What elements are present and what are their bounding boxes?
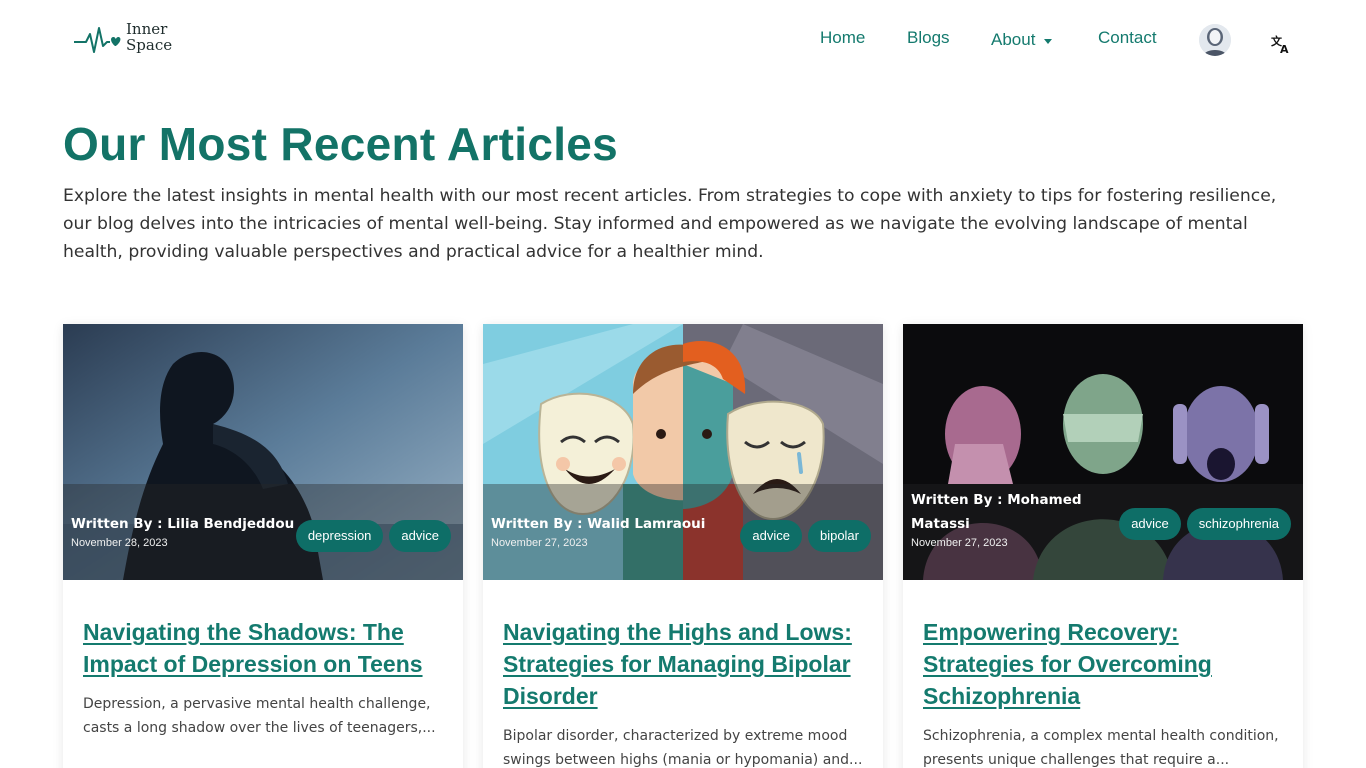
user-avatar-icon[interactable] <box>1199 24 1231 56</box>
author-name: Lilia Bendjeddou <box>167 516 295 532</box>
article-date: November 27, 2023 <box>911 537 1008 549</box>
nav-blogs[interactable]: Blogs <box>907 28 950 52</box>
tag-chip[interactable]: advice <box>1119 508 1181 540</box>
tag-chip[interactable]: advice <box>389 520 451 552</box>
intro-paragraph: Explore the latest insights in mental he… <box>63 186 1277 262</box>
article-image-schizophrenia[interactable]: Written By : Mohamed Matassi November 27… <box>903 324 1303 580</box>
tag-chip[interactable]: bipolar <box>807 520 871 552</box>
article-card[interactable]: Written By : Lilia Bendjeddou November 2… <box>63 324 463 768</box>
article-excerpt: Schizophrenia, a complex mental health c… <box>923 728 1279 768</box>
article-excerpt: Bipolar disorder, characterized by extre… <box>503 728 863 768</box>
chevron-down-icon <box>1044 38 1053 44</box>
article-card[interactable]: Written By : Walid Lamraoui November 27,… <box>483 324 883 768</box>
nav-home[interactable]: Home <box>820 28 865 52</box>
logo-line-2: Space <box>126 36 173 54</box>
article-date: November 27, 2023 <box>491 537 588 549</box>
translate-icon[interactable]: 文 A <box>1271 34 1291 56</box>
logo-line-1: Inner <box>126 20 168 38</box>
author-line: Written By : Mohamed Matassi <box>911 488 1111 536</box>
nav-about[interactable]: About <box>991 28 1053 52</box>
site-header: Inner Space Home Blogs About Contact 文 A <box>0 0 1366 80</box>
article-title-link[interactable]: Empowering Recovery: Strategies for Over… <box>923 616 1293 712</box>
page-title: Our Most Recent Articles <box>63 118 619 170</box>
article-image-bipolar[interactable]: Written By : Walid Lamraoui November 27,… <box>483 324 883 580</box>
article-date: November 28, 2023 <box>71 537 168 549</box>
site-logo[interactable]: Inner Space <box>74 20 178 60</box>
article-title-link[interactable]: Navigating the Highs and Lows: Strategie… <box>503 616 873 712</box>
author-line: Written By : Lilia Bendjeddou <box>71 512 294 536</box>
nav-contact[interactable]: Contact <box>1098 28 1157 52</box>
tag-list: advice schizophrenia <box>1119 508 1291 540</box>
nav-about-label: About <box>991 30 1036 49</box>
logo-text: Inner Space <box>126 21 172 53</box>
tag-chip[interactable]: advice <box>740 520 802 552</box>
svg-text:A: A <box>1280 43 1289 54</box>
article-card[interactable]: Written By : Mohamed Matassi November 27… <box>903 324 1303 768</box>
author-name: Walid Lamraoui <box>587 516 706 532</box>
tag-chip[interactable]: schizophrenia <box>1186 508 1291 540</box>
author-prefix: Written By : <box>911 492 1008 508</box>
author-prefix: Written By : <box>71 516 168 532</box>
article-image-depression[interactable]: Written By : Lilia Bendjeddou November 2… <box>63 324 463 580</box>
author-prefix: Written By : <box>491 516 588 532</box>
author-line: Written By : Walid Lamraoui <box>491 512 705 536</box>
article-title-link[interactable]: Navigating the Shadows: The Impact of De… <box>83 616 453 680</box>
tag-list: depression advice <box>295 520 451 552</box>
tag-list: advice bipolar <box>740 520 871 552</box>
article-excerpt: Depression, a pervasive mental health ch… <box>83 696 436 736</box>
tag-chip[interactable]: depression <box>295 520 384 552</box>
heartbeat-logo-icon <box>74 27 121 53</box>
